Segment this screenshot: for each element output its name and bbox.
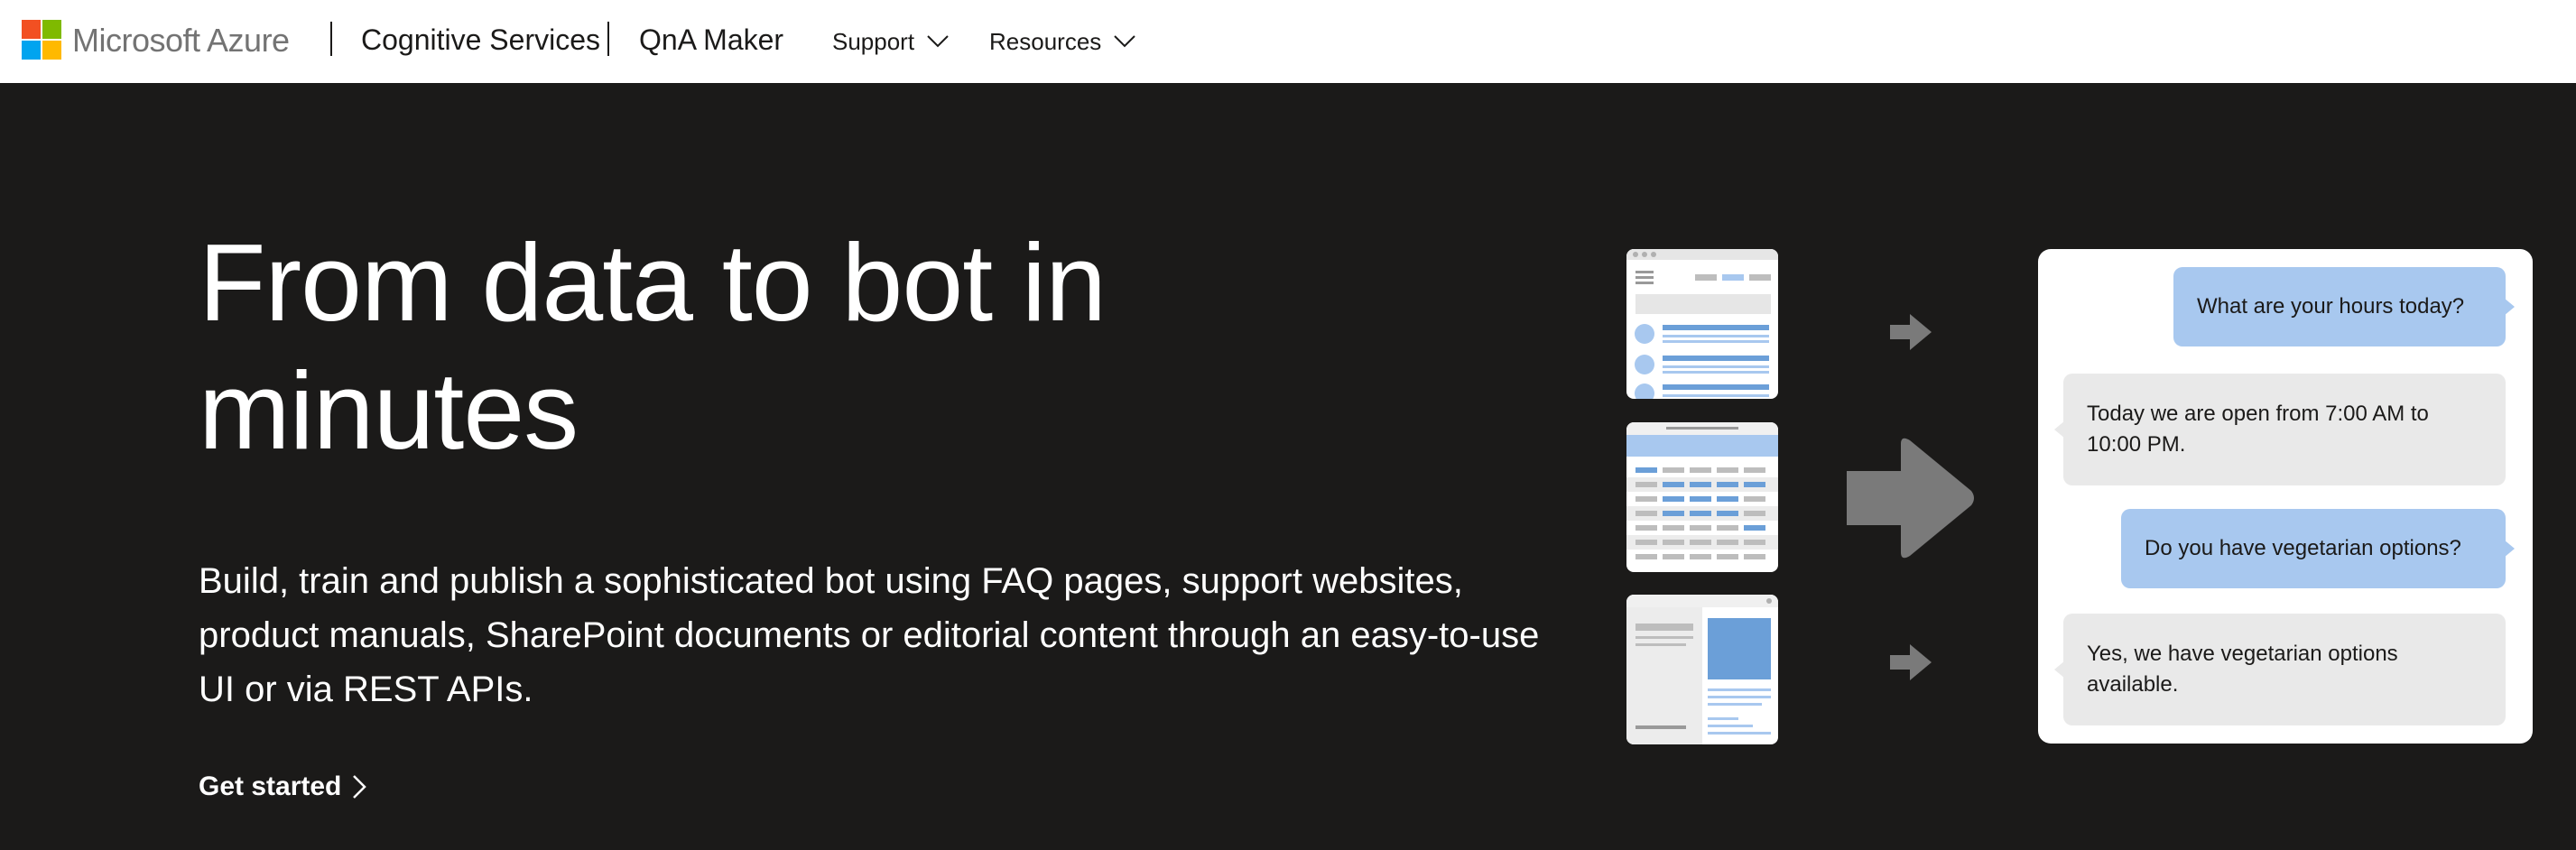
nav-support-label: Support xyxy=(832,28,915,55)
chat-bubble-bot: Today we are open from 7:00 AM to 10:00 … xyxy=(2054,374,2506,485)
hero-title: From data to bot in minutes xyxy=(199,221,1107,472)
chat-message-text: Do you have vegetarian options? xyxy=(2145,536,2461,560)
spreadsheet-illustration xyxy=(1626,422,1778,572)
microsoft-logo-icon[interactable] xyxy=(22,20,61,60)
header-divider xyxy=(607,22,609,56)
chat-window: What are your hours today? Today we are … xyxy=(2038,249,2533,744)
chevron-down-icon xyxy=(1114,35,1135,48)
chat-bubble-bot: Yes, we have vegetarian options availabl… xyxy=(2054,614,2506,725)
arrow-right-icon xyxy=(1847,438,1974,559)
chat-bubble-user: Do you have vegetarian options? xyxy=(2121,509,2515,588)
nav-resources-menu[interactable]: Resources xyxy=(989,25,1135,58)
arrow-right-icon xyxy=(1890,314,1932,350)
service-link[interactable]: Cognitive Services xyxy=(361,22,600,58)
header-divider xyxy=(330,22,332,56)
hero-description: Build, train and publish a sophisticated… xyxy=(199,561,1540,709)
hero-section: From data to bot in minutes Build, train… xyxy=(0,83,2576,850)
arrow-right-icon xyxy=(1890,644,1932,680)
chevron-right-icon xyxy=(353,775,367,799)
get-started-label: Get started xyxy=(199,771,342,801)
faq-page-illustration xyxy=(1626,249,1778,399)
chat-message-text: What are your hours today? xyxy=(2197,294,2465,319)
nav-support-menu[interactable]: Support xyxy=(832,25,949,58)
chat-bubble-user: What are your hours today? xyxy=(2173,267,2515,346)
document-illustration xyxy=(1626,595,1778,744)
chat-message-text: Yes, we have vegetarian options availabl… xyxy=(2087,642,2398,697)
chevron-down-icon xyxy=(927,35,949,48)
top-nav-bar: Microsoft Azure Cognitive Services QnA M… xyxy=(0,0,2576,83)
chat-message-text: Today we are open from 7:00 AM to 10:00 … xyxy=(2087,402,2429,457)
get-started-link[interactable]: Get started xyxy=(199,769,367,805)
brand-link[interactable]: Microsoft Azure xyxy=(72,20,290,61)
product-link[interactable]: QnA Maker xyxy=(639,22,783,58)
nav-resources-label: Resources xyxy=(989,28,1102,55)
